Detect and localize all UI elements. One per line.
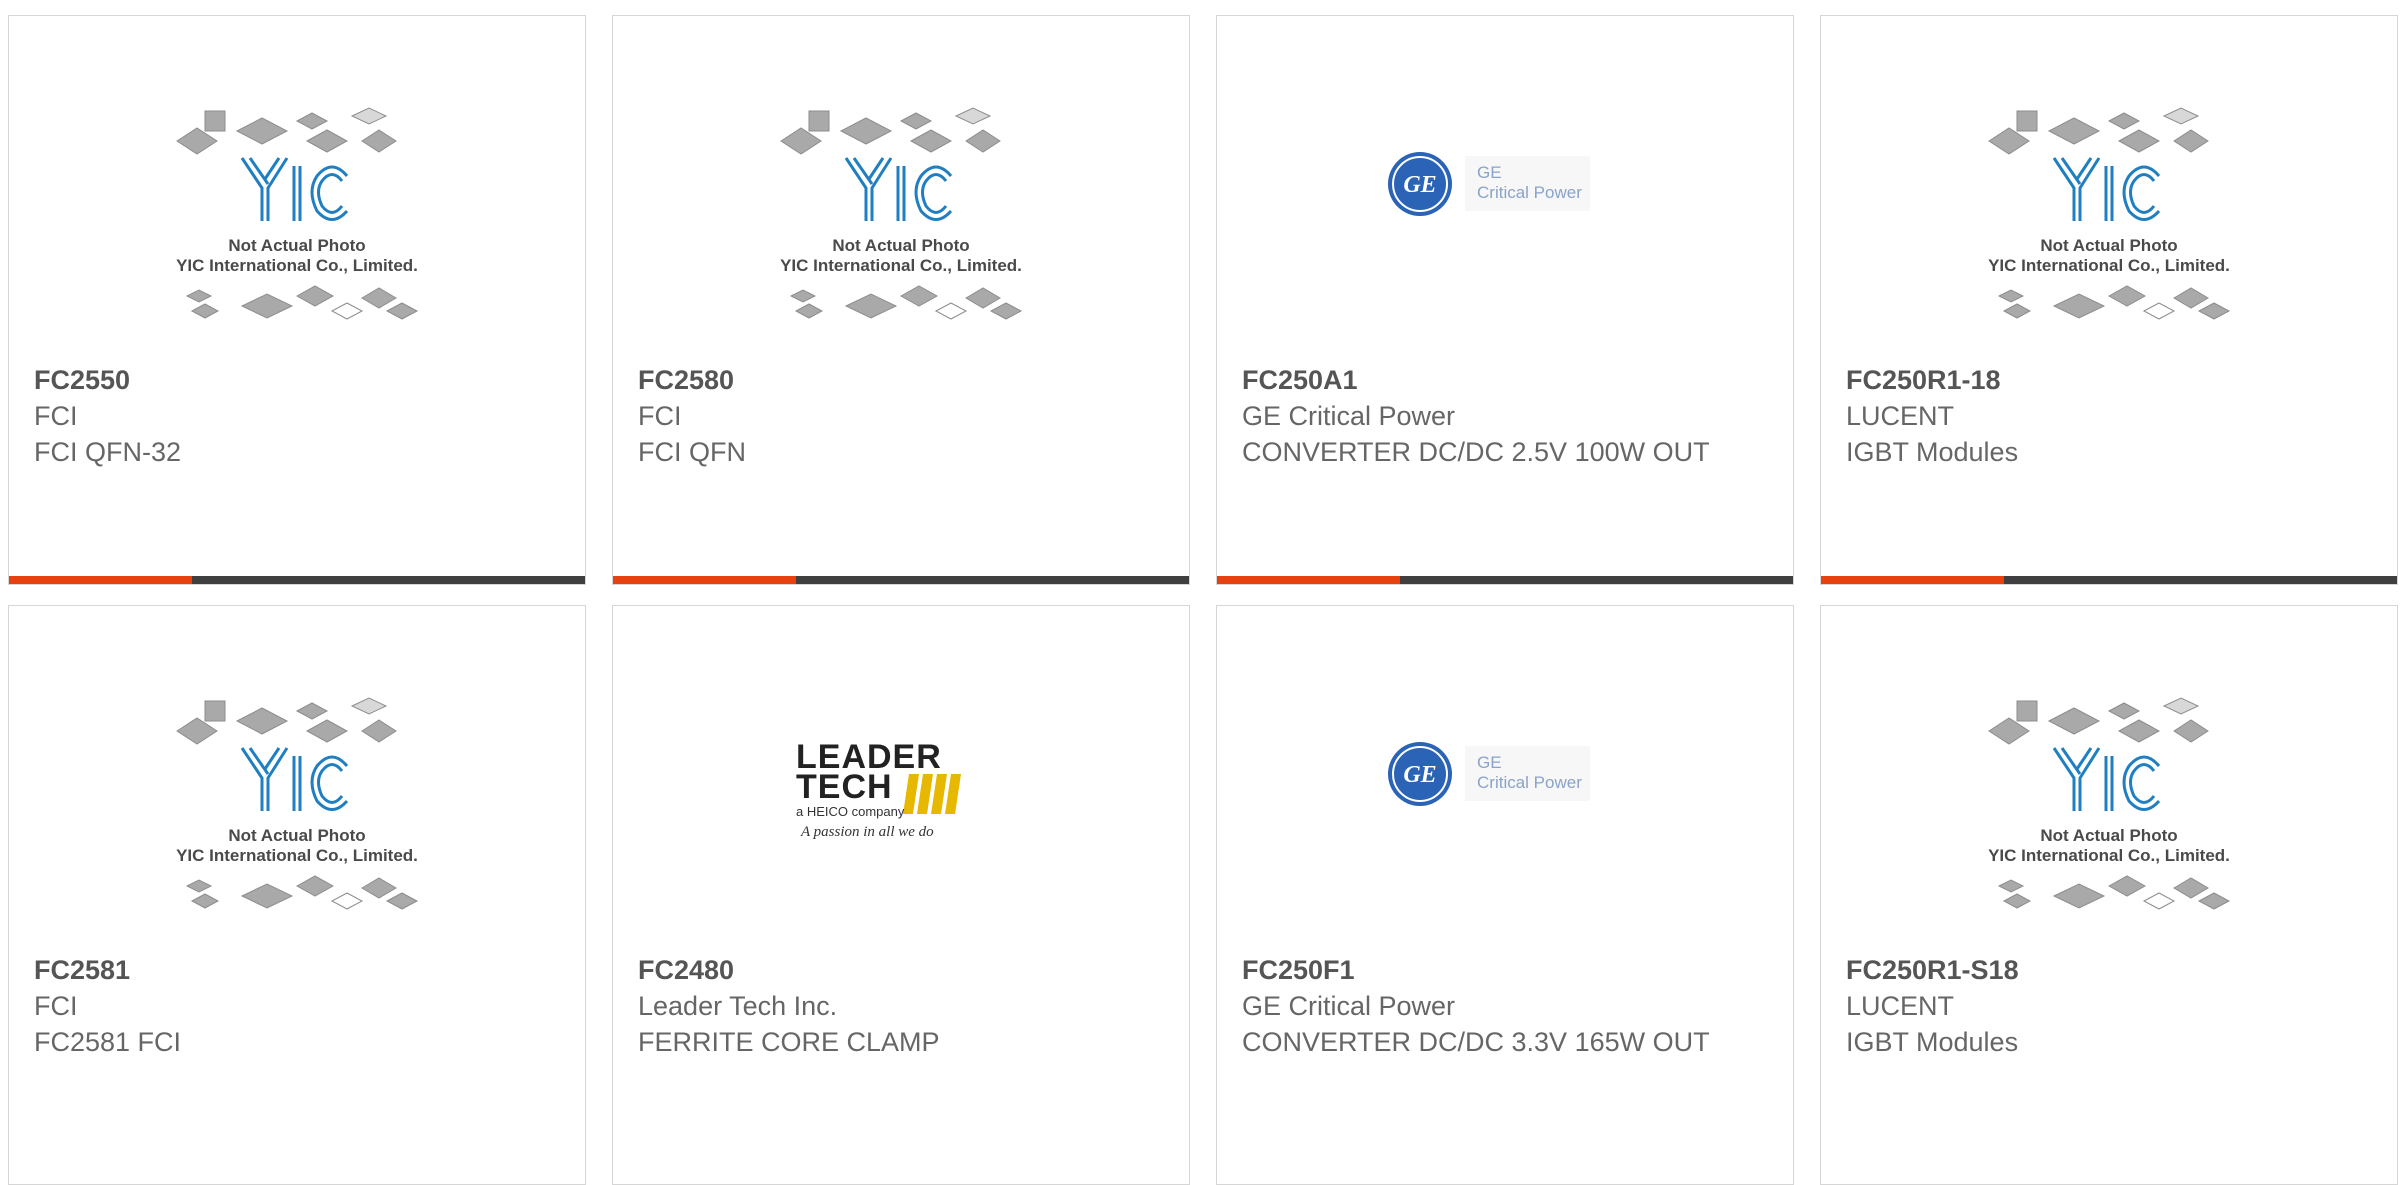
ge-logo-image: GE GE Critical Power <box>1388 152 1590 216</box>
description: FCI QFN <box>638 437 746 467</box>
description: FCI QFN-32 <box>34 437 182 467</box>
ge-mark-text: GE <box>1403 172 1436 198</box>
leader-line-3: a HEICO company <box>796 804 905 819</box>
description: FC2581 FCI <box>34 1027 182 1057</box>
placeholder-line-2: YIC International Co., Limited. <box>1988 846 2230 865</box>
product-image[interactable]: Not Actual Photo YIC International Co., … <box>1821 66 2397 366</box>
manufacturer: FCI <box>34 401 78 431</box>
part-number[interactable]: FC2580 <box>638 362 734 398</box>
manufacturer: Leader Tech Inc. <box>638 991 838 1021</box>
product-image[interactable]: GE GE Critical Power <box>1217 656 1793 956</box>
card-bottom-bar <box>9 576 585 584</box>
leader-stripes-icon <box>903 774 961 814</box>
placeholder-line-2: YIC International Co., Limited. <box>176 256 418 275</box>
part-number[interactable]: FC250R1-S18 <box>1846 952 2019 988</box>
part-number[interactable]: FC2581 <box>34 952 130 988</box>
product-card[interactable]: Not Actual Photo YIC International Co., … <box>1820 15 2398 585</box>
manufacturer: LUCENT <box>1846 401 1955 431</box>
description: FERRITE CORE CLAMP <box>638 1027 940 1057</box>
product-image[interactable]: Not Actual Photo YIC International Co., … <box>1821 656 2397 956</box>
manufacturer: FCI <box>34 991 78 1021</box>
description: CONVERTER DC/DC 2.5V 100W OUT <box>1242 437 1710 467</box>
description: IGBT Modules <box>1846 1027 2019 1057</box>
product-image[interactable]: GE GE Critical Power <box>1217 66 1793 366</box>
yic-placeholder-image: Not Actual Photo YIC International Co., … <box>1988 107 2231 320</box>
part-number[interactable]: FC250R1-18 <box>1846 362 2001 398</box>
product-card[interactable]: Not Actual Photo YIC International Co., … <box>8 15 586 585</box>
card-bottom-bar <box>1217 576 1793 584</box>
part-number[interactable]: FC2550 <box>34 362 130 398</box>
card-accent-bar <box>1217 576 1400 584</box>
manufacturer: LUCENT <box>1846 991 1955 1021</box>
product-card[interactable]: LEADER TECH a HEICO company A passion in… <box>612 605 1190 1185</box>
manufacturer: FCI <box>638 401 682 431</box>
card-bottom-bar <box>613 576 1189 584</box>
placeholder-line-1: Not Actual Photo <box>228 236 365 255</box>
yic-placeholder-image: Not Actual Photo YIC International Co., … <box>780 107 1023 320</box>
yic-placeholder-image: Not Actual Photo YIC International Co., … <box>176 107 419 320</box>
placeholder-line-2: YIC International Co., Limited. <box>1988 256 2230 275</box>
ge-logo-bottom-text: Critical Power <box>1477 773 1582 792</box>
ge-logo-top-text: GE <box>1477 163 1502 182</box>
product-image[interactable]: Not Actual Photo YIC International Co., … <box>9 656 585 956</box>
product-card[interactable]: Not Actual Photo YIC International Co., … <box>1820 605 2398 1185</box>
leader-line-4: A passion in all we do <box>800 824 934 840</box>
ge-logo-image: GE GE Critical Power <box>1388 742 1590 806</box>
product-card[interactable]: Not Actual Photo YIC International Co., … <box>8 605 586 1185</box>
card-bottom-bar <box>1821 576 2397 584</box>
part-number[interactable]: FC250A1 <box>1242 362 1358 398</box>
yic-placeholder-image: Not Actual Photo YIC International Co., … <box>176 697 419 910</box>
leader-tech-logo-image: LEADER TECH a HEICO company A passion in… <box>796 738 961 840</box>
product-card[interactable]: Not Actual Photo YIC International Co., … <box>612 15 1190 585</box>
card-accent-bar <box>1821 576 2004 584</box>
yic-placeholder-image: Not Actual Photo YIC International Co., … <box>1988 697 2231 910</box>
manufacturer: GE Critical Power <box>1242 401 1456 431</box>
placeholder-line-1: Not Actual Photo <box>2040 236 2177 255</box>
placeholder-line-1: Not Actual Photo <box>228 826 365 845</box>
ge-logo-top-text: GE <box>1477 753 1502 772</box>
card-accent-bar <box>613 576 796 584</box>
product-image[interactable]: Not Actual Photo YIC International Co., … <box>9 66 585 366</box>
product-card[interactable]: GE GE Critical Power FC250F1 GE Critical… <box>1216 605 1794 1185</box>
ge-mark-text: GE <box>1403 762 1436 788</box>
part-number[interactable]: FC250F1 <box>1242 952 1355 988</box>
placeholder-line-2: YIC International Co., Limited. <box>780 256 1022 275</box>
product-image[interactable]: Not Actual Photo YIC International Co., … <box>613 66 1189 366</box>
description: IGBT Modules <box>1846 437 2019 467</box>
product-card[interactable]: GE GE Critical Power FC250A1 GE Critical… <box>1216 15 1794 585</box>
placeholder-line-2: YIC International Co., Limited. <box>176 846 418 865</box>
manufacturer: GE Critical Power <box>1242 991 1456 1021</box>
ge-logo-bottom-text: Critical Power <box>1477 183 1582 202</box>
placeholder-line-1: Not Actual Photo <box>832 236 969 255</box>
part-number[interactable]: FC2480 <box>638 952 734 988</box>
leader-line-2: TECH <box>796 768 893 806</box>
product-image[interactable]: LEADER TECH a HEICO company A passion in… <box>613 656 1189 956</box>
description: CONVERTER DC/DC 3.3V 165W OUT <box>1242 1027 1710 1057</box>
placeholder-line-1: Not Actual Photo <box>2040 826 2177 845</box>
card-accent-bar <box>9 576 192 584</box>
